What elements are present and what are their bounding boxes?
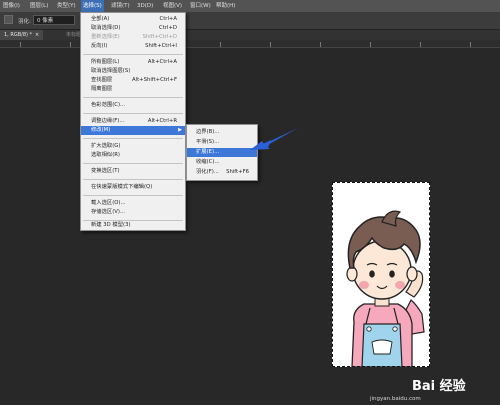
selection-marquee — [332, 182, 430, 367]
watermark-logo: Bai 经验 — [412, 379, 466, 394]
watermark-url: jingyan.baidu.com — [370, 396, 421, 402]
baidu-jingyan-watermark: Bai 经验 jingyan.baidu.com — [370, 379, 498, 403]
